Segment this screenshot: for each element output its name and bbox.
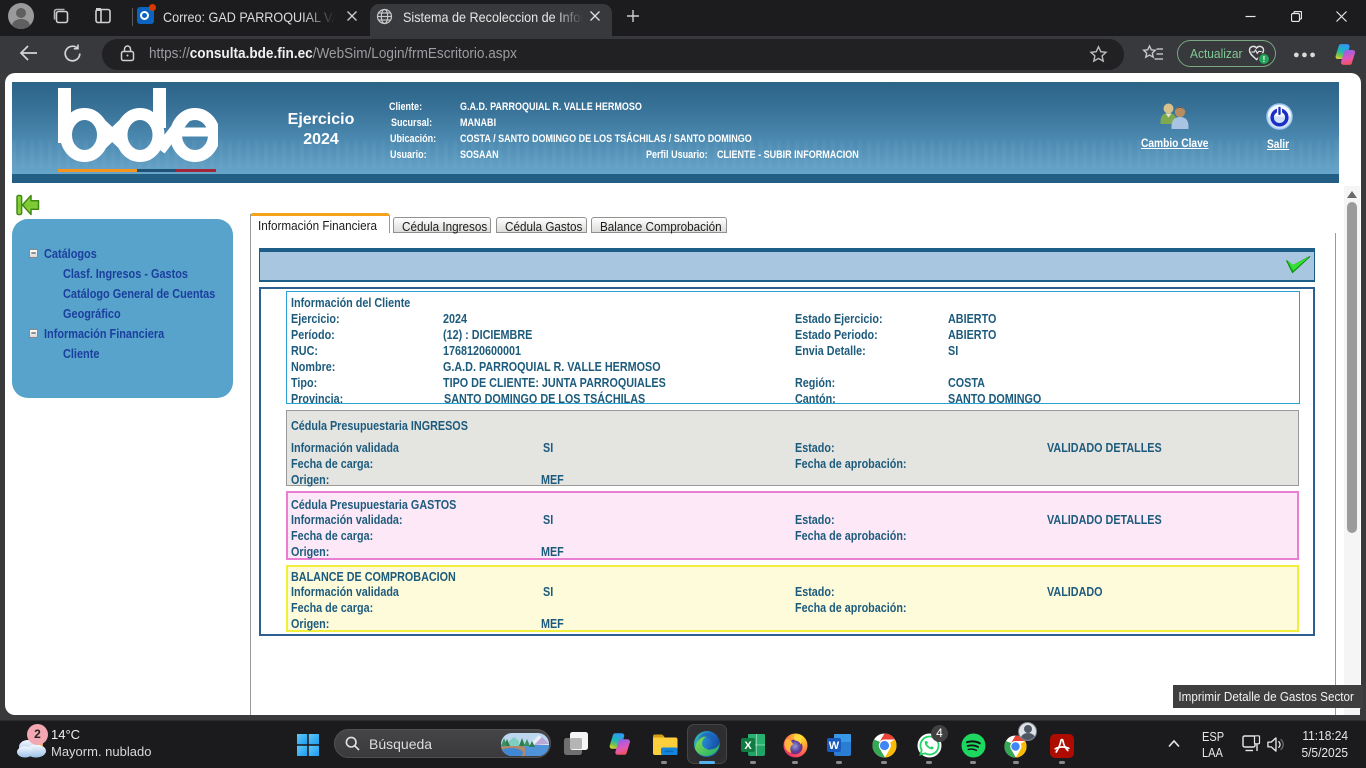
svg-text:W: W [829,740,840,752]
svg-text:X: X [744,740,752,752]
